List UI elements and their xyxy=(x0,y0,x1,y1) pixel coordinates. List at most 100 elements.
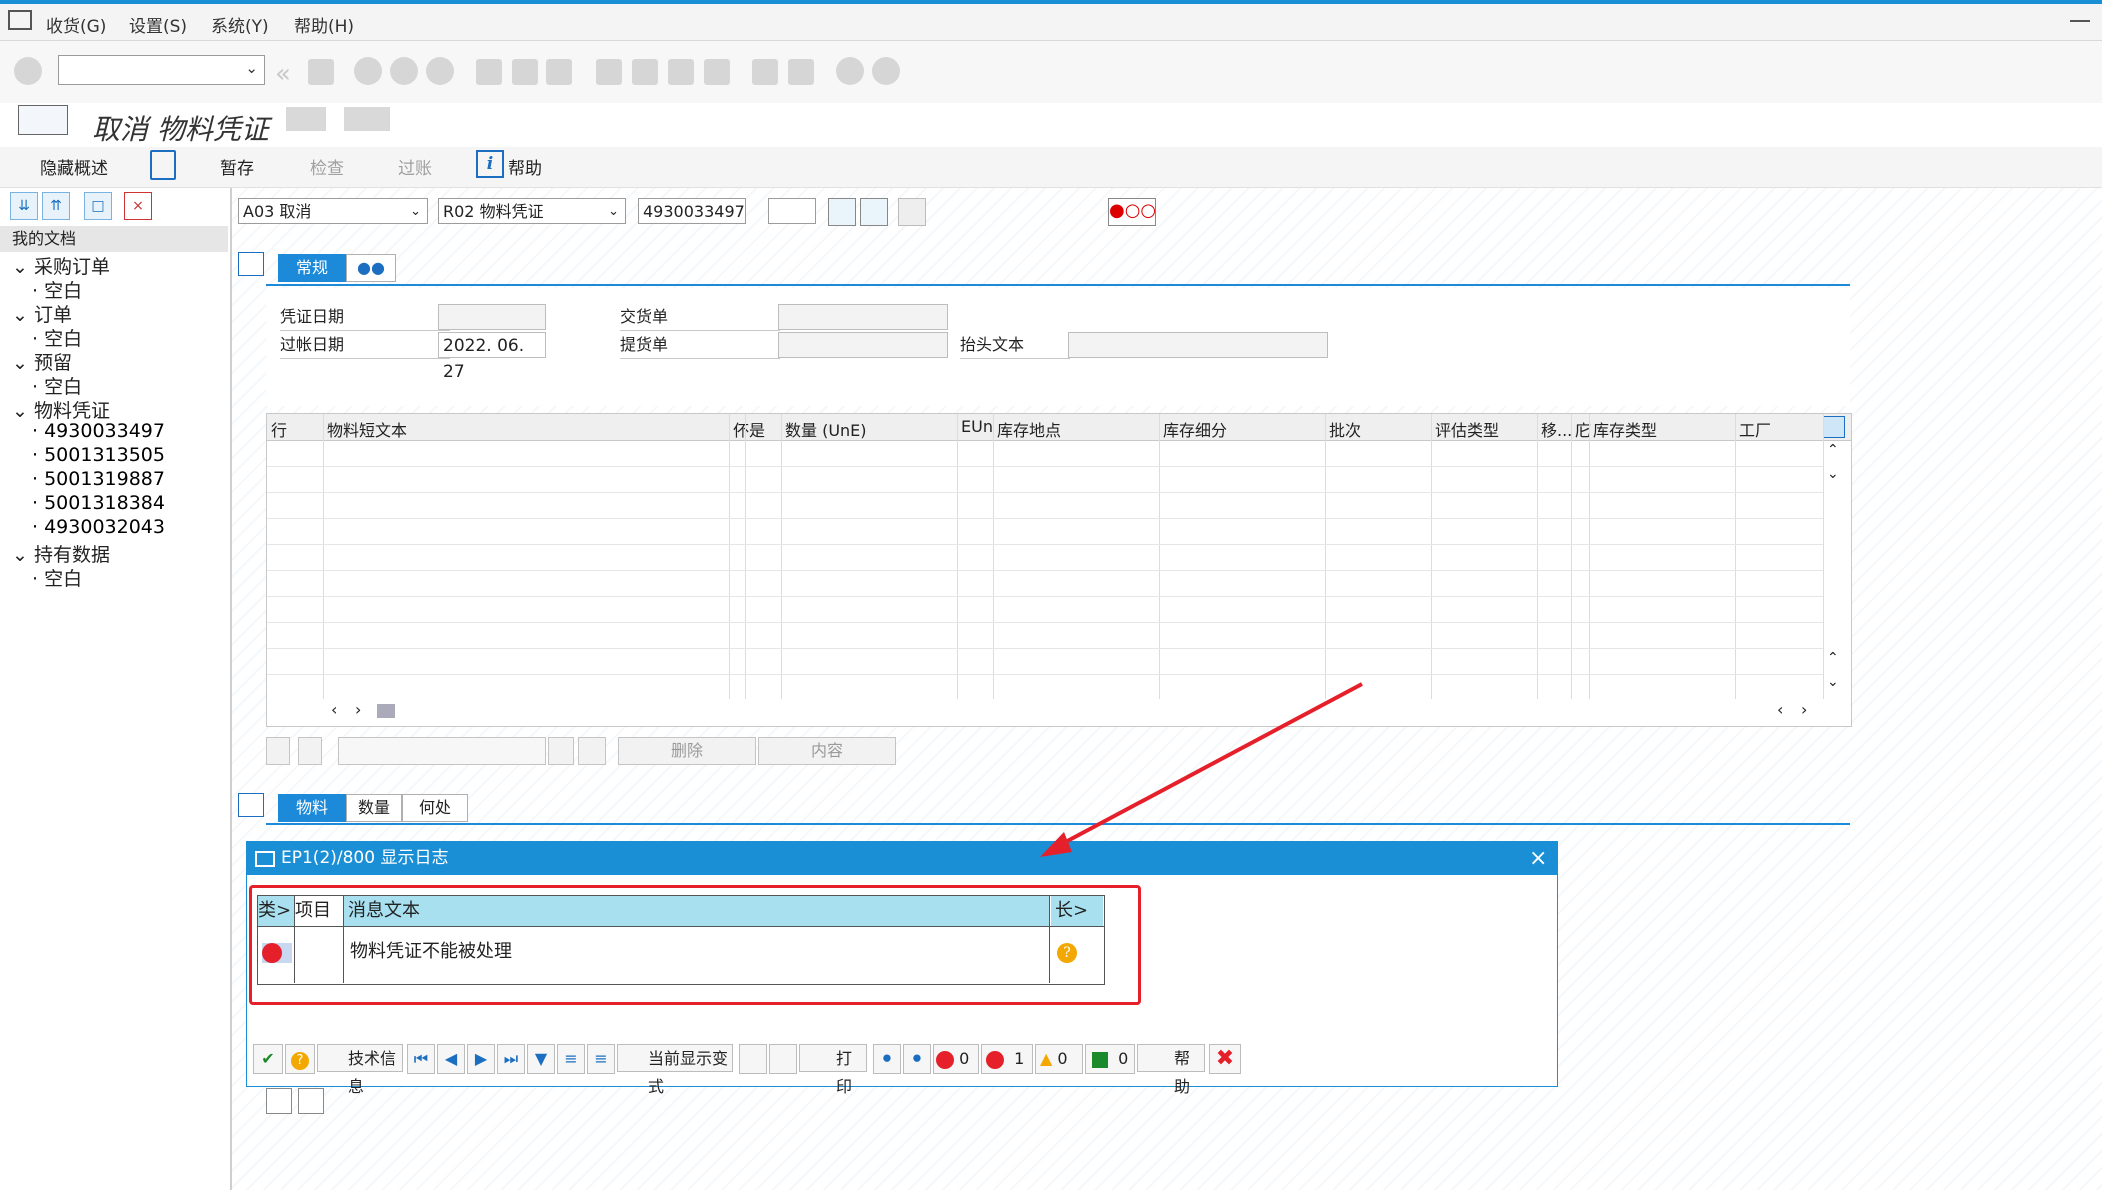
print-button[interactable]: 打印 xyxy=(799,1044,867,1096)
tree-node-material-doc[interactable]: ⌄ 物料凭证 xyxy=(12,396,110,423)
transaction-icon[interactable] xyxy=(18,105,68,135)
enter-icon[interactable] xyxy=(14,57,42,85)
col-header[interactable]: 库存地点 xyxy=(997,417,1061,441)
expand-all-icon[interactable]: ⇊ xyxy=(10,192,38,220)
detail-toggle-icon[interactable] xyxy=(238,793,264,817)
error-filter-button[interactable]: 1 xyxy=(981,1044,1033,1074)
delete-icon[interactable]: □ xyxy=(84,192,112,220)
check-button[interactable]: 检查 xyxy=(310,154,344,179)
menu-system[interactable]: 系统(Y) xyxy=(211,12,269,37)
next-icon[interactable]: ▶ xyxy=(467,1044,495,1074)
menu-help[interactable]: 帮助(H) xyxy=(294,12,354,37)
last-page-icon[interactable] xyxy=(704,59,730,85)
traffic-light-icon[interactable]: ●○○ xyxy=(1108,198,1156,226)
command-field[interactable]: ⌄ xyxy=(58,55,265,85)
tree-leaf[interactable]: · 空白 xyxy=(32,564,82,591)
previous-icon[interactable]: ◀ xyxy=(437,1044,465,1074)
find-next-icon[interactable]: ⚫ xyxy=(903,1044,931,1074)
scroll-down-icon[interactable]: ⌄ xyxy=(1827,674,1839,690)
col-message-header[interactable]: 消息文本 xyxy=(344,896,1050,926)
tab-material[interactable]: 物料 xyxy=(278,794,346,822)
tree-leaf-doc[interactable]: · 4930032043 xyxy=(32,516,165,538)
collapse-all-icon[interactable]: ⇈ xyxy=(42,192,70,220)
subtotal-icon[interactable]: ≡ xyxy=(587,1044,615,1074)
col-header[interactable]: EUn xyxy=(961,417,993,436)
post-date-input[interactable]: 2022. 06. 27 xyxy=(438,332,546,382)
tree-leaf-doc[interactable]: · 5001313505 xyxy=(32,444,165,466)
header-text-input[interactable] xyxy=(1068,332,1328,358)
hide-overview-button[interactable]: 隐藏概述 xyxy=(40,154,108,179)
filter-icon[interactable]: ▼ xyxy=(527,1044,555,1074)
current-variant-button[interactable]: 当前显示变式 xyxy=(617,1044,733,1096)
col-header[interactable]: 工厂 xyxy=(1739,417,1771,441)
dialog-help-button[interactable]: 帮助 xyxy=(1137,1044,1205,1096)
delivery-input[interactable] xyxy=(778,304,948,330)
bill-of-lading-input[interactable] xyxy=(778,332,948,358)
long-text-cell[interactable]: ? xyxy=(1051,927,1103,983)
new-session-icon[interactable] xyxy=(752,59,778,85)
tree-leaf-doc[interactable]: · 5001318384 xyxy=(32,492,165,514)
delete-button[interactable]: 删除 xyxy=(618,737,756,765)
save-icon[interactable] xyxy=(308,59,334,85)
first-page-icon[interactable] xyxy=(596,59,622,85)
execute-icon[interactable] xyxy=(828,198,856,226)
change-layout-icon[interactable] xyxy=(739,1044,767,1074)
col-header[interactable]: 物料短文本 xyxy=(327,417,407,441)
collapse-icon[interactable]: « xyxy=(275,59,301,89)
minimize-icon[interactable] xyxy=(2070,20,2090,22)
shortcut-icon[interactable] xyxy=(788,59,814,85)
tree-node-held-data[interactable]: ⌄ 持有数据 xyxy=(12,540,110,567)
find-next-icon[interactable] xyxy=(546,59,572,85)
doc-date-input[interactable] xyxy=(438,304,546,330)
gear-icon[interactable] xyxy=(872,57,900,85)
column-settings-icon[interactable] xyxy=(1823,416,1845,438)
action-select[interactable]: A03 取消 ⌄ xyxy=(238,198,428,224)
tab-where[interactable]: 何处 xyxy=(402,794,468,822)
col-item-header[interactable]: 项目 xyxy=(295,896,344,926)
tree-leaf-doc[interactable]: · 4930033497 xyxy=(32,420,165,442)
back-icon[interactable] xyxy=(354,57,382,85)
exit-icon[interactable] xyxy=(390,57,418,85)
select-all-icon[interactable] xyxy=(266,737,290,765)
scroll-down-icon[interactable]: ⌄ xyxy=(1827,466,1839,482)
app-menu-icon[interactable] xyxy=(8,10,32,30)
scroll-right-icon[interactable]: › xyxy=(355,700,361,719)
stop-filter-button[interactable]: 0 xyxy=(933,1044,979,1074)
col-header[interactable]: 行 xyxy=(271,417,287,441)
binoculars-icon[interactable] xyxy=(860,198,888,226)
check-icon[interactable]: ✔ xyxy=(253,1044,283,1074)
tree-node-order[interactable]: ⌄ 订单 xyxy=(12,300,72,327)
find-icon[interactable] xyxy=(512,59,538,85)
help-circle-icon[interactable] xyxy=(836,57,864,85)
help-icon[interactable]: ? xyxy=(285,1044,315,1074)
new-document-icon[interactable] xyxy=(150,150,176,180)
scroll-up-icon[interactable]: ⌃ xyxy=(1827,442,1839,458)
col-header[interactable]: 数量 (UnE) xyxy=(785,417,867,441)
post-button[interactable]: 过账 xyxy=(398,154,432,179)
help-icon[interactable]: ? xyxy=(1057,943,1077,963)
tree-node-reservation[interactable]: ⌄ 预留 xyxy=(12,348,72,375)
col-header[interactable]: 批次 xyxy=(1329,417,1361,441)
close-icon[interactable]: × xyxy=(1529,842,1547,875)
close-icon[interactable]: × xyxy=(124,192,152,220)
save-layout-icon[interactable] xyxy=(769,1044,797,1074)
doc-number-input[interactable]: 4930033497 xyxy=(638,198,746,224)
scroll-thumb[interactable] xyxy=(377,704,395,718)
tree-leaf[interactable]: · 空白 xyxy=(32,372,82,399)
col-header[interactable]: 评估类型 xyxy=(1435,417,1499,441)
tab-general[interactable]: 常规 xyxy=(278,254,346,282)
col-header[interactable]: 是 xyxy=(749,417,765,441)
hold-button[interactable]: 暂存 xyxy=(220,154,254,179)
scroll-left-icon[interactable]: ‹ xyxy=(1777,700,1783,719)
col-header[interactable]: 伓 xyxy=(733,417,749,441)
tree-leaf-doc[interactable]: · 5001319887 xyxy=(32,468,165,490)
scroll-up-icon[interactable]: ⌃ xyxy=(1827,650,1839,666)
tree-leaf[interactable]: · 空白 xyxy=(32,324,82,351)
next-page-icon[interactable] xyxy=(668,59,694,85)
col-header[interactable]: 库存类型 xyxy=(1593,417,1657,441)
help-button[interactable]: 帮助 xyxy=(508,154,542,179)
content-button[interactable]: 内容 xyxy=(758,737,896,765)
tab-quantity[interactable]: 数量 xyxy=(346,794,402,822)
warning-filter-button[interactable]: ▲ 0 xyxy=(1035,1044,1083,1074)
error-status-cell[interactable] xyxy=(258,927,295,983)
